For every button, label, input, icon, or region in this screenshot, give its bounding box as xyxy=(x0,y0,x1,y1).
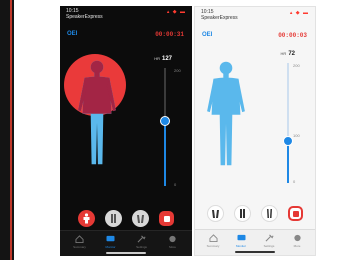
status-bar: 10:15 SpeakerExpress xyxy=(66,8,103,20)
view-selector xyxy=(195,205,315,222)
tab-label: More xyxy=(293,244,301,248)
side-view-button[interactable] xyxy=(234,205,251,222)
stop-button[interactable] xyxy=(288,206,303,221)
home-indicator xyxy=(106,252,146,254)
session-timer: 00:00:31 xyxy=(155,31,184,38)
home-indicator xyxy=(235,251,275,253)
neighbor-panel-edge xyxy=(0,0,14,260)
more-icon xyxy=(293,234,301,242)
tab-more[interactable]: More xyxy=(285,234,309,255)
scale-mid-label: 100 xyxy=(293,133,300,138)
person-back-icon xyxy=(267,209,272,218)
status-bar: 10:15 SpeakerExpress xyxy=(201,9,238,21)
scale-min-label: 0 xyxy=(293,179,296,184)
front-view-button[interactable] xyxy=(78,210,95,227)
back-view-button[interactable] xyxy=(132,210,149,227)
person-back-icon xyxy=(137,215,144,223)
light-mode-screen: 10:15 SpeakerExpress ▴ ◆ ▬ OEI 00:00:03 … xyxy=(194,6,316,256)
level-slider[interactable] xyxy=(283,63,293,183)
level-slider-fill xyxy=(164,121,166,186)
tab-label: Settings xyxy=(263,244,275,248)
stop-icon xyxy=(292,210,299,217)
tools-icon xyxy=(265,234,274,242)
tab-label: Summary xyxy=(206,244,220,248)
tab-more[interactable]: More xyxy=(161,235,185,256)
carrier-name: SpeakerExpress xyxy=(201,15,238,21)
heart-rate-readout: HR 72 xyxy=(281,51,295,57)
tab-summary[interactable]: Summary xyxy=(201,234,225,255)
monitor-icon xyxy=(106,235,115,242)
tab-label: Monitor xyxy=(235,244,246,248)
dark-mode-screen: 10:15 SpeakerExpress ▴ ◆ ▬ OEI 00:00:31 … xyxy=(60,6,192,256)
neighbor-panel-accent xyxy=(10,0,12,260)
stop-button[interactable] xyxy=(159,211,174,226)
stop-icon xyxy=(163,215,170,222)
tab-label: Settings xyxy=(136,245,147,249)
person-front-icon xyxy=(83,213,90,224)
tab-label: More xyxy=(169,245,176,249)
front-view-button[interactable] xyxy=(207,205,224,222)
scale-max-label: 200 xyxy=(293,63,300,68)
body-silhouette[interactable] xyxy=(199,57,253,169)
body-silhouette[interactable] xyxy=(70,56,124,168)
tab-label: Summary xyxy=(73,245,86,249)
reading-value: 72 xyxy=(288,51,295,57)
carrier-name: SpeakerExpress xyxy=(66,14,103,20)
status-icons: ▴ ◆ ▬ xyxy=(289,10,309,16)
level-slider-thumb[interactable] xyxy=(283,136,293,146)
level-slider-fill xyxy=(287,141,289,183)
more-icon xyxy=(169,235,176,243)
session-timer: 00:00:03 xyxy=(278,32,307,39)
side-view-button[interactable] xyxy=(105,210,122,227)
heart-rate-readout: HR 127 xyxy=(154,56,172,62)
tab-label: Monitor xyxy=(105,245,116,249)
person-side-icon xyxy=(111,214,116,223)
tab-bar: Summary Monitor Settings More xyxy=(60,230,192,256)
view-selector xyxy=(60,210,192,227)
scale-min-label: 0 xyxy=(174,182,177,187)
tab-summary[interactable]: Summary xyxy=(68,235,92,256)
reading-value: 127 xyxy=(161,56,172,62)
person-side-icon xyxy=(240,209,245,218)
person-front-icon xyxy=(212,210,219,218)
back-view-button[interactable] xyxy=(261,205,278,222)
home-icon xyxy=(209,234,217,242)
tab-bar: Summary Monitor Settings More xyxy=(195,229,315,255)
monitor-icon xyxy=(237,234,245,241)
reading-unit: HR xyxy=(280,51,287,56)
mode-label[interactable]: OEI xyxy=(202,32,212,38)
level-slider[interactable] xyxy=(160,68,170,186)
level-slider-thumb[interactable] xyxy=(160,116,170,127)
scale-max-label: 200 xyxy=(174,68,181,73)
tools-icon xyxy=(137,235,146,243)
mode-label[interactable]: OEI xyxy=(67,31,77,37)
home-icon xyxy=(75,235,84,243)
status-icons: ▴ ◆ ▬ xyxy=(166,9,186,15)
reading-unit: HR xyxy=(154,56,160,61)
